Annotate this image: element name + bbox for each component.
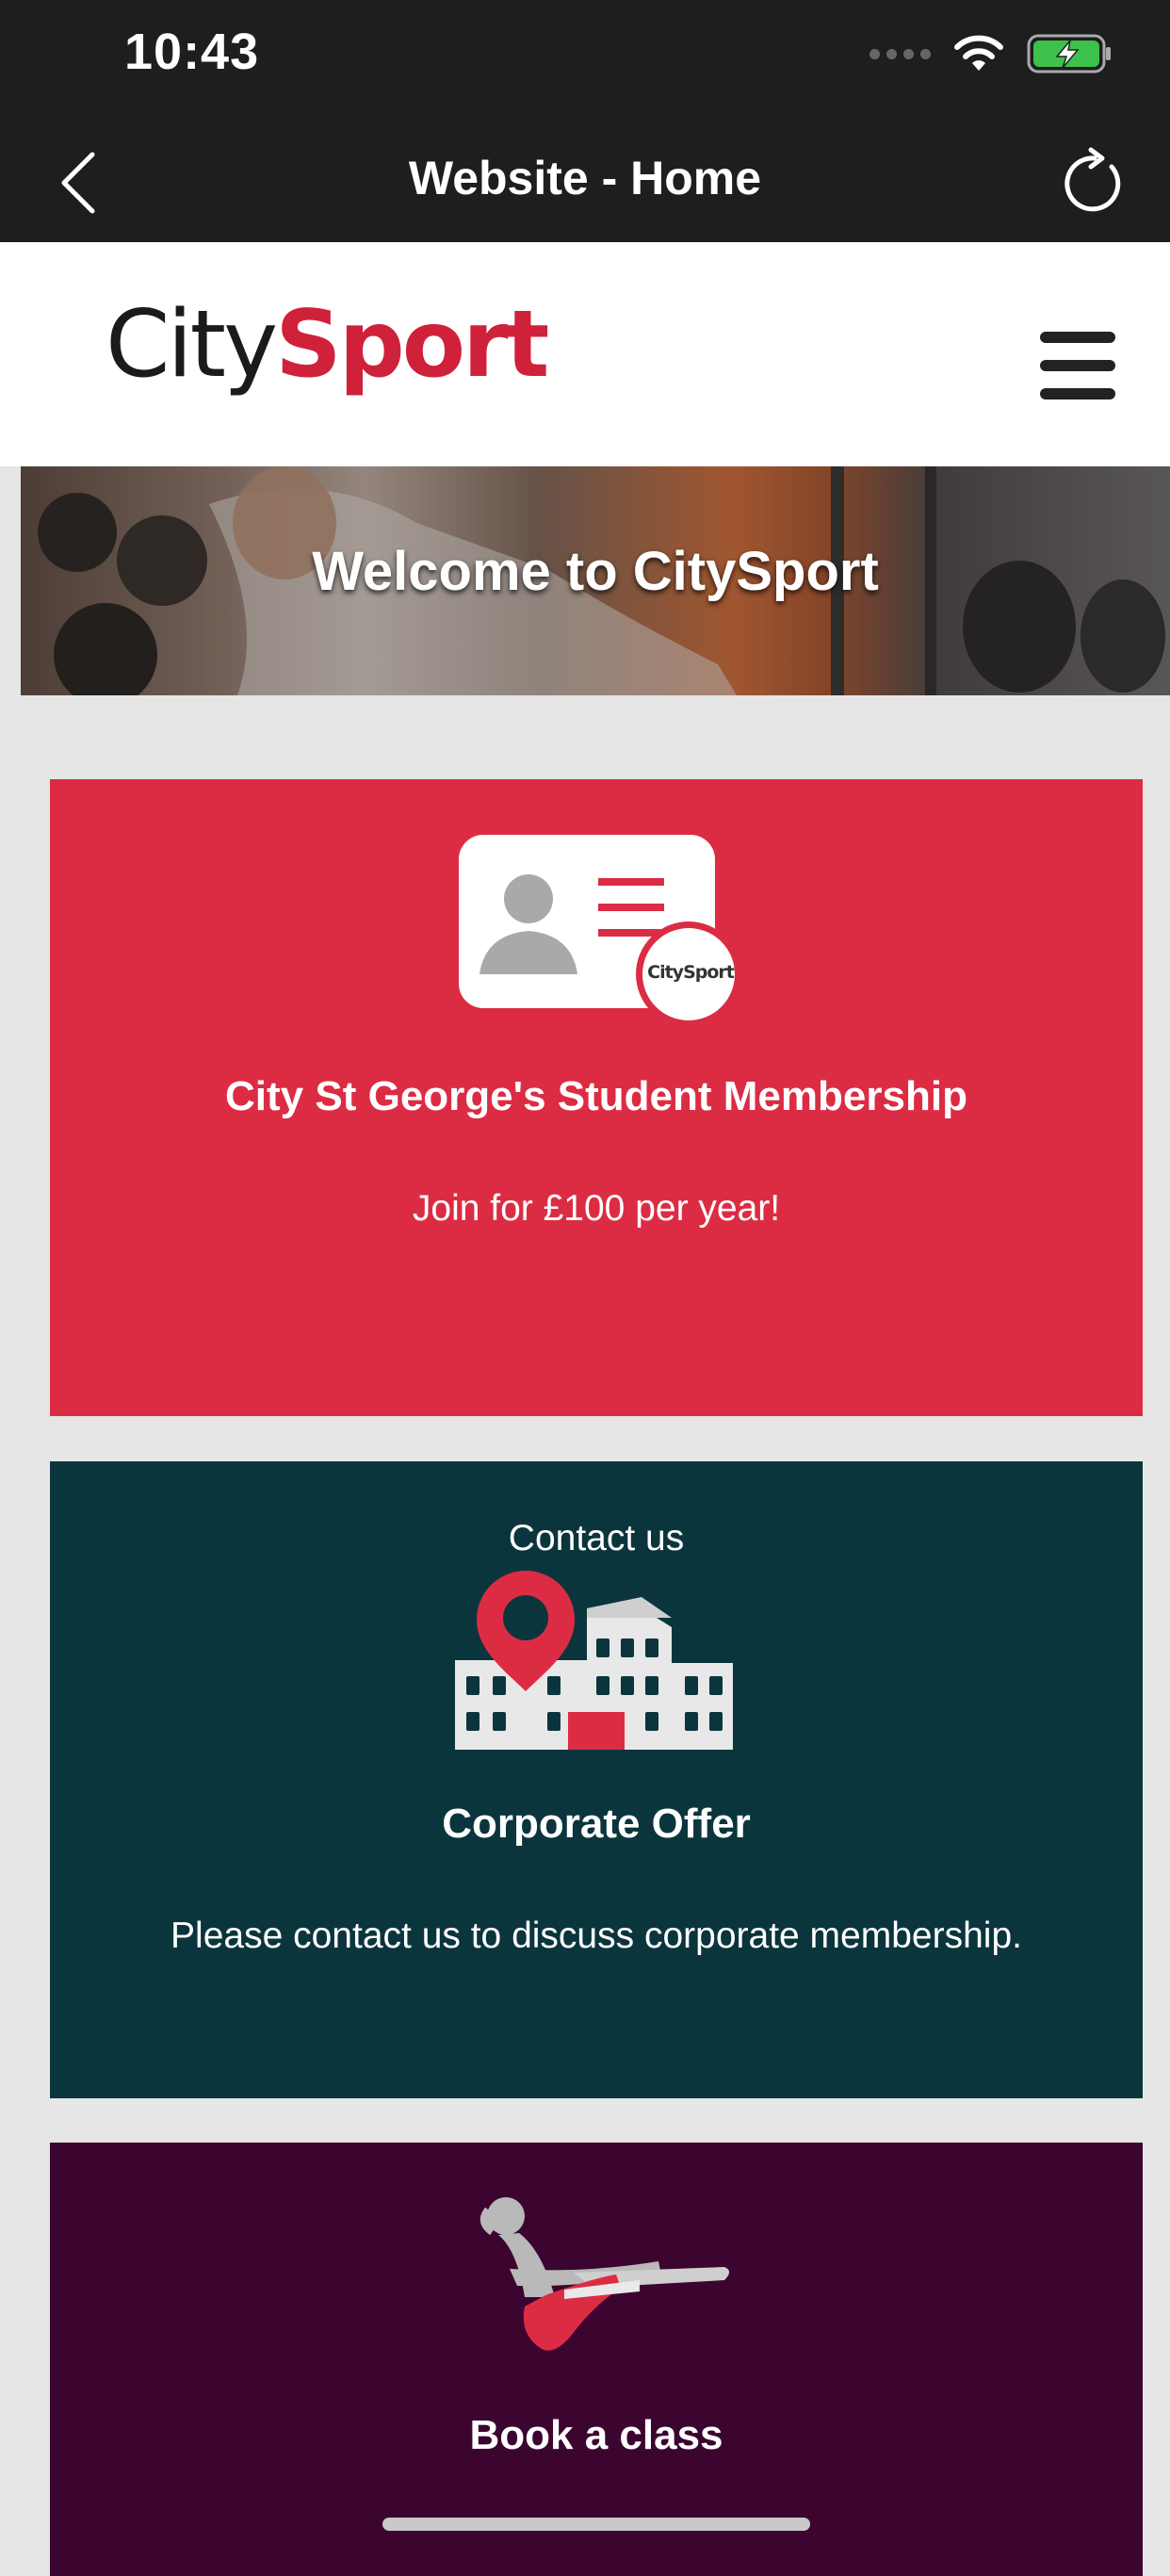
citysport-logo[interactable]: CitySport [106, 299, 549, 391]
hero-banner: Welcome to CitySport [21, 466, 1170, 695]
wifi-icon [954, 35, 1003, 71]
hero-title: Welcome to CitySport [312, 541, 879, 602]
student-membership-text: Join for £100 per year! [412, 1188, 781, 1229]
hamburger-menu-icon[interactable] [1040, 332, 1115, 399]
status-bar: 10:43 [0, 0, 1170, 122]
building-location-icon [455, 1571, 733, 1750]
book-a-class-title: Book a class [469, 2412, 723, 2458]
nav-title: Website - Home [408, 152, 762, 204]
pilates-figure-icon [479, 2197, 729, 2351]
status-icons [869, 30, 1113, 77]
student-membership-title: City St George's Student Membership [225, 1073, 967, 1119]
app-nav-bar: Website - Home [0, 122, 1170, 242]
corporate-offer-card[interactable]: Contact us Corporate Offer Please contac… [50, 1461, 1143, 2098]
contact-us-text: Contact us [508, 1518, 685, 1558]
membership-icon-badge: CitySport [647, 962, 735, 983]
refresh-icon[interactable] [1057, 146, 1132, 221]
corporate-offer-text: Please contact us to discuss corporate m… [171, 1916, 1022, 1956]
student-membership-card[interactable]: CitySport City St George's Student Membe… [50, 779, 1143, 1416]
battery-charging-icon [1027, 34, 1111, 73]
membership-card-icon [459, 835, 741, 1027]
home-indicator[interactable] [382, 2518, 810, 2531]
logo-sport: Sport [275, 291, 549, 399]
cellular-signal-icon [869, 48, 931, 59]
status-time: 10:43 [124, 24, 260, 80]
corporate-offer-title: Corporate Offer [442, 1801, 751, 1847]
book-a-class-card[interactable]: Book a class [50, 2143, 1143, 2576]
logo-city: City [106, 291, 278, 399]
site-header: CitySport [0, 242, 1170, 466]
